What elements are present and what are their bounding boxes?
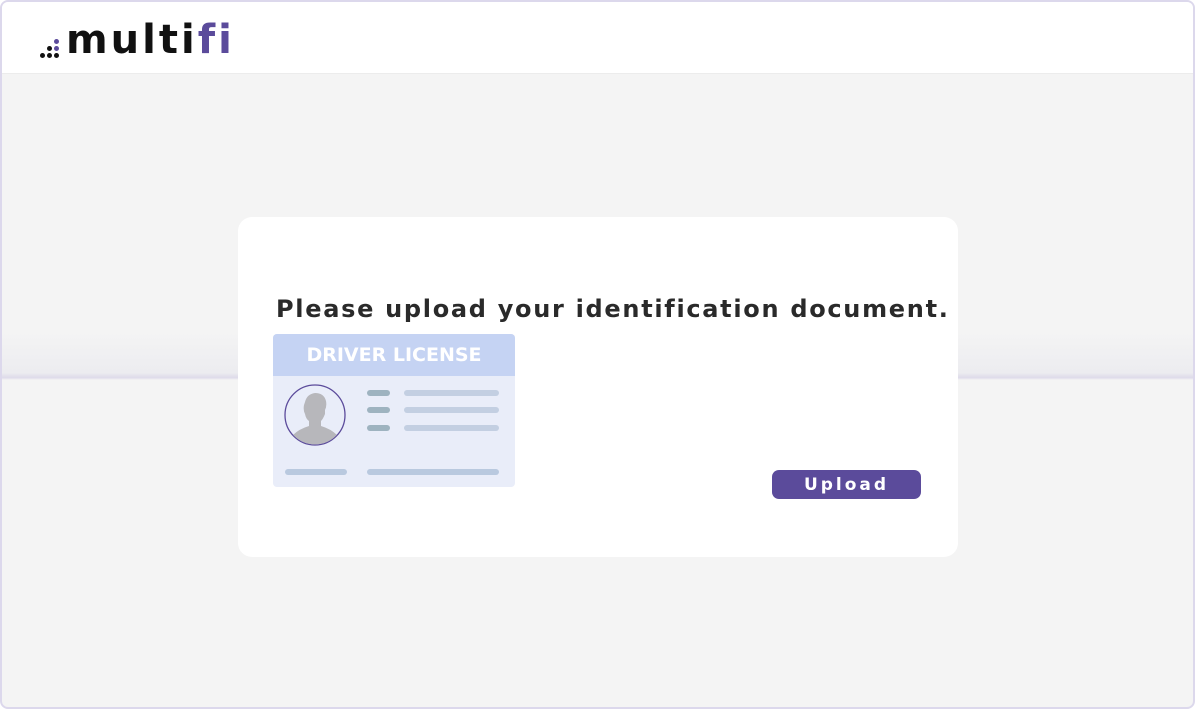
driver-license-illustration: DRIVER LICENSE — [273, 334, 515, 487]
license-line-3 — [404, 425, 499, 431]
license-bullet-2 — [367, 407, 390, 413]
logo-text-main: multi — [66, 17, 198, 63]
upload-card: Please upload your identification docume… — [238, 217, 958, 557]
card-title: Please upload your identification docume… — [276, 295, 950, 323]
license-footer-line-1 — [285, 469, 347, 475]
license-bullet-1 — [367, 390, 390, 396]
license-footer-line-2 — [367, 469, 499, 475]
top-bar: multifi — [2, 2, 1193, 74]
person-avatar-icon — [284, 384, 346, 446]
upload-button[interactable]: Upload — [772, 470, 921, 499]
logo-text-accent: fi — [197, 17, 235, 63]
license-heading: DRIVER LICENSE — [273, 334, 515, 376]
app-frame: multifi Please upload your identificatio… — [0, 0, 1195, 709]
logo-wordmark: multifi — [66, 20, 235, 60]
logo-dots-icon — [38, 38, 64, 60]
license-bullet-3 — [367, 425, 390, 431]
license-line-1 — [404, 390, 499, 396]
multifi-logo: multifi — [38, 20, 235, 60]
license-line-2 — [404, 407, 499, 413]
